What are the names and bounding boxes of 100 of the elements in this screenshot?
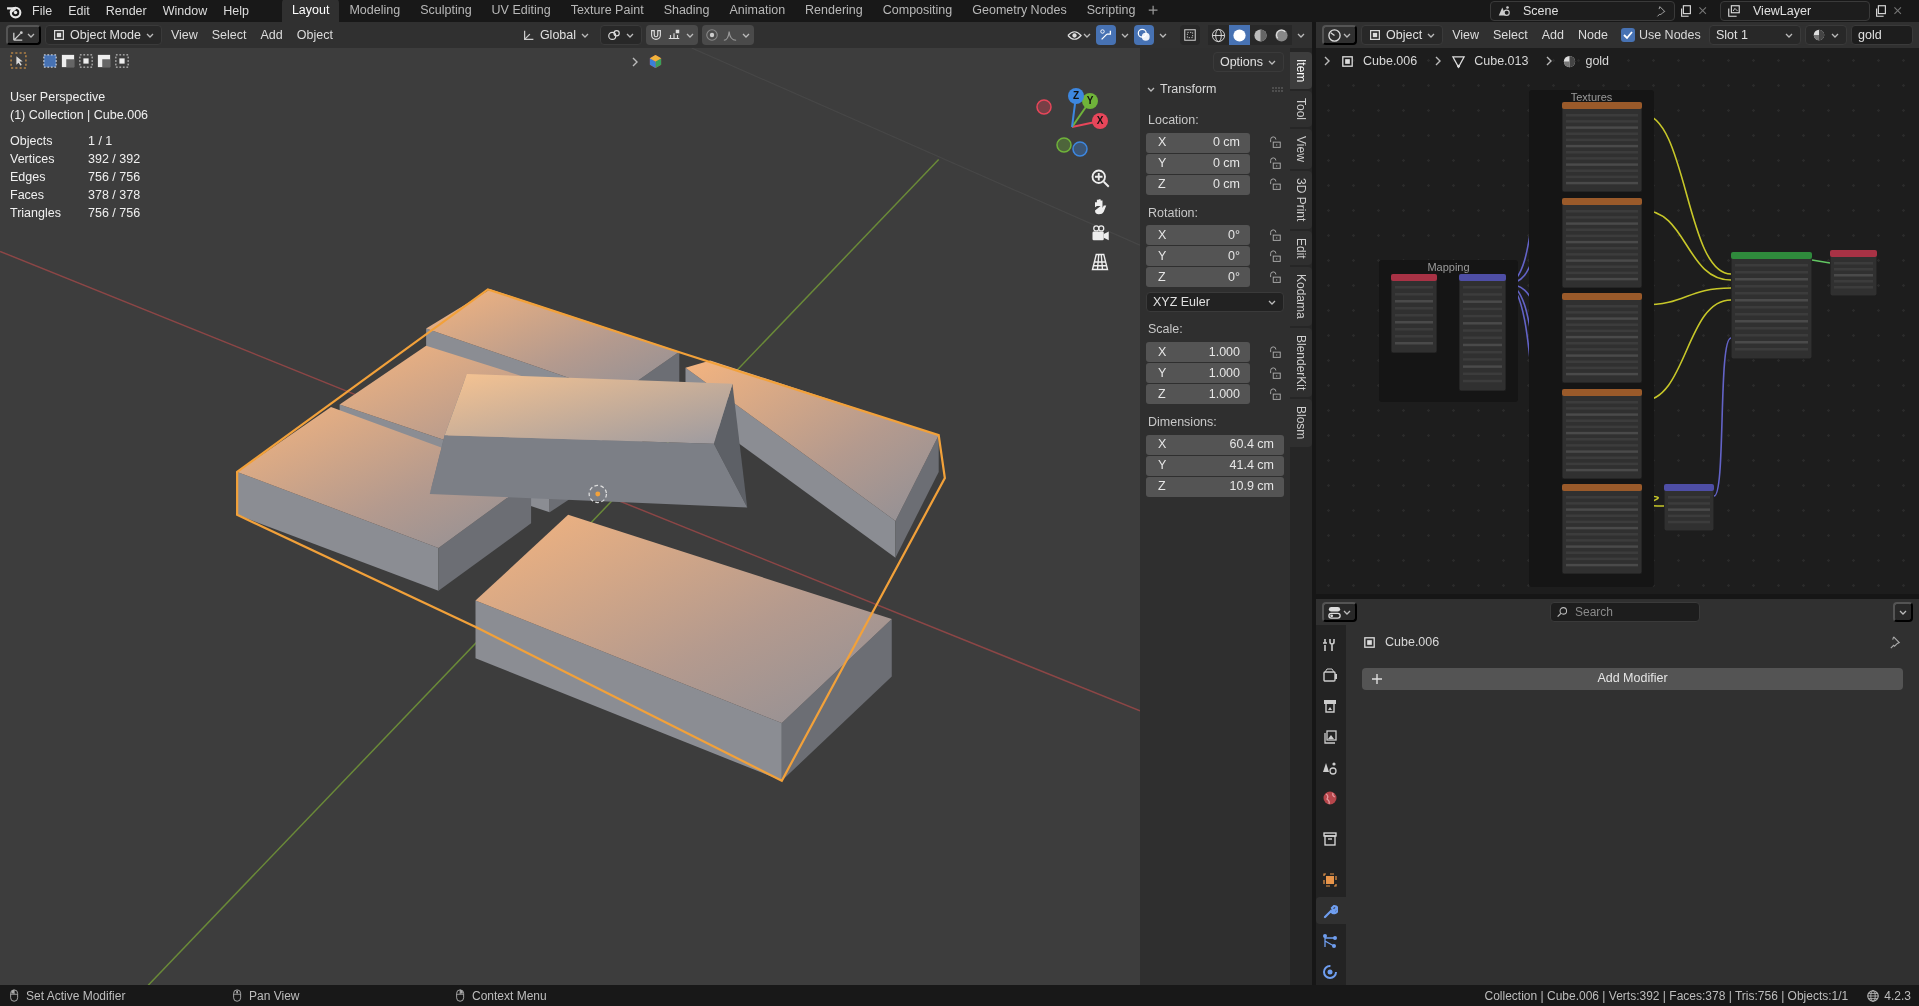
shader-node[interactable] (1562, 389, 1642, 479)
panel-title[interactable]: Transform (1160, 80, 1217, 99)
shading-button[interactable] (1229, 25, 1250, 45)
sidebar-tab[interactable]: Blosm (1290, 399, 1312, 447)
options-dropdown[interactable]: Options (1212, 52, 1284, 72)
shader-node[interactable] (1664, 484, 1714, 531)
material-browse-button[interactable] (1805, 25, 1847, 45)
sidebar-tab[interactable]: BlenderKit (1290, 327, 1312, 398)
menu-item[interactable]: Help (216, 0, 256, 22)
proportional-edit-toggle[interactable] (702, 25, 755, 45)
workspace-tab[interactable]: Compositing (872, 0, 963, 22)
sidebar-tab[interactable]: Tool (1290, 91, 1312, 128)
checkbox-icon[interactable] (1620, 28, 1635, 42)
number-field[interactable]: Z 0° (1146, 267, 1250, 288)
number-field[interactable]: X 0 cm (1146, 132, 1250, 153)
shader-node[interactable] (1391, 274, 1437, 353)
gizmo-toggle[interactable] (1096, 25, 1116, 45)
sidebar-tab[interactable]: 3D Print (1290, 171, 1312, 229)
breadcrumb-item[interactable]: gold (1585, 52, 1610, 71)
number-field[interactable]: Y 0 cm (1146, 153, 1250, 174)
select-tool-icon[interactable] (10, 52, 27, 69)
properties-tab[interactable] (1316, 897, 1346, 924)
workspace-tab[interactable]: Geometry Nodes (962, 0, 1077, 22)
unlocked-icon[interactable] (1268, 366, 1282, 381)
menu-item[interactable]: Add (255, 24, 288, 46)
orientation-dropdown[interactable]: Global (515, 25, 597, 45)
shader-node[interactable] (1830, 250, 1877, 296)
sidebar-tab[interactable]: Item (1290, 52, 1312, 90)
gizmo-axis-button[interactable]: X (1092, 113, 1108, 129)
menu-item[interactable]: Object (291, 24, 338, 46)
sidebar-tab[interactable]: Edit (1290, 230, 1312, 266)
number-field[interactable]: Y 1.000 (1146, 363, 1250, 383)
menu-item[interactable]: File (25, 0, 60, 22)
pivot-dropdown[interactable] (600, 25, 643, 45)
sidebar-tab[interactable]: Kodama (1290, 267, 1312, 326)
unlocked-icon[interactable] (1268, 178, 1282, 192)
shader-node[interactable] (1562, 198, 1642, 288)
copy-icon[interactable] (1874, 4, 1888, 18)
workspace-tab[interactable]: Scripting (1076, 0, 1146, 22)
grip-icon[interactable] (1271, 85, 1284, 94)
unlocked-icon[interactable] (1268, 387, 1282, 402)
addon-icon[interactable] (648, 54, 663, 69)
material-name-field[interactable]: gold (1851, 25, 1913, 45)
selection-mode-icon[interactable] (115, 53, 129, 68)
snap-toggle[interactable] (646, 25, 699, 45)
shading-button[interactable] (1271, 25, 1292, 45)
editor-type-button[interactable] (1322, 602, 1357, 622)
workspace-tab[interactable]: Modeling (339, 0, 411, 22)
number-field[interactable]: Y 0° (1146, 246, 1250, 267)
unlocked-icon[interactable] (1268, 345, 1282, 360)
shader-node[interactable] (1731, 252, 1812, 359)
menu-item[interactable]: View (165, 24, 203, 46)
number-field[interactable]: X 1.000 (1146, 342, 1250, 362)
number-field[interactable]: X 60.4 cm (1146, 434, 1284, 455)
node-frame[interactable]: Textures (1529, 90, 1654, 587)
workspace-tab[interactable]: Sculpting (410, 0, 482, 22)
breadcrumb-item[interactable]: Cube.013 (1474, 52, 1529, 71)
gizmo-axis-button[interactable]: Y (1082, 93, 1098, 109)
workspace-tab[interactable]: Layout (281, 0, 340, 22)
overlay-toggle[interactable] (1134, 25, 1154, 45)
menu-item[interactable]: Render (98, 0, 154, 22)
menu-item[interactable]: Edit (61, 0, 97, 22)
number-field[interactable]: Z 1.000 (1146, 384, 1250, 404)
menu-item[interactable]: Node (1573, 24, 1613, 46)
node-frame[interactable]: Mapping (1379, 260, 1518, 402)
sidebar-tab[interactable]: View (1290, 129, 1312, 170)
number-field[interactable]: X 0° (1146, 225, 1250, 246)
menu-item[interactable]: Window (155, 0, 215, 22)
menu-item[interactable]: View (1447, 24, 1484, 46)
workspace-tab[interactable]: Texture Paint (560, 0, 654, 22)
mode-dropdown[interactable]: Object Mode (45, 25, 162, 45)
shading-button[interactable] (1250, 25, 1271, 45)
use-nodes-checkbox[interactable]: Use Nodes (1620, 25, 1701, 45)
number-field[interactable]: Z 0 cm (1146, 174, 1250, 195)
shader-node[interactable] (1562, 293, 1642, 383)
menu-item[interactable]: Select (1488, 24, 1533, 46)
zoom-icon[interactable] (1090, 168, 1110, 188)
shader-node[interactable] (1562, 102, 1642, 192)
unlocked-icon[interactable] (1268, 228, 1282, 243)
slot-dropdown[interactable]: Slot 1 (1709, 25, 1801, 45)
shader-node[interactable] (1562, 484, 1642, 574)
scene-selector-field[interactable]: Scene (1490, 1, 1675, 21)
workspace-tab[interactable]: Animation (719, 0, 796, 22)
shader-node[interactable] (1459, 274, 1506, 391)
unlocked-icon[interactable] (1268, 157, 1282, 171)
options-dropdown[interactable] (1893, 602, 1913, 622)
menu-item[interactable]: Select (206, 24, 252, 46)
selection-mode-icon[interactable] (61, 53, 75, 68)
unlocked-icon[interactable] (1268, 136, 1282, 150)
breadcrumb-item[interactable]: Cube.006 (1363, 52, 1418, 71)
gizmo-axis-button[interactable]: Z (1068, 88, 1084, 104)
editor-type-button[interactable] (6, 25, 41, 45)
add-modifier-button[interactable]: Add Modifier (1362, 667, 1903, 690)
object-type-dropdown[interactable]: Object (1361, 25, 1444, 45)
selection-mode-icon[interactable] (79, 53, 93, 68)
workspace-tab[interactable]: UV Editing (481, 0, 561, 22)
grid-icon[interactable] (1090, 252, 1110, 272)
view-layer-field[interactable]: ViewLayer (1720, 1, 1870, 21)
copy-icon[interactable] (1679, 4, 1693, 18)
rotation-mode-dropdown[interactable]: XYZ Euler (1146, 292, 1284, 313)
